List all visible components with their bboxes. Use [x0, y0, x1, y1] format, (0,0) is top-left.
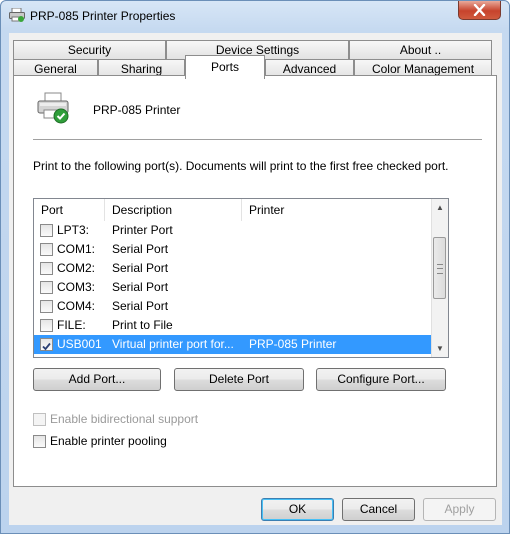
port-row[interactable]: LPT3: Printer Port — [34, 221, 431, 240]
port-row[interactable]: COM4: Serial Port — [34, 297, 431, 316]
column-header-description[interactable]: Description — [105, 199, 242, 221]
vertical-scrollbar[interactable]: ▲ ▼ — [431, 199, 448, 357]
scroll-up-arrow-icon[interactable]: ▲ — [432, 199, 448, 216]
port-checkbox[interactable] — [40, 243, 53, 256]
port-row-printer: PRP-085 Printer — [249, 337, 337, 351]
port-list[interactable]: Port Description Printer LPT3: Printer Po… — [33, 198, 449, 358]
printer-large-icon — [37, 92, 69, 124]
port-row-description: Printer Port — [112, 223, 173, 237]
apply-button[interactable]: Apply — [423, 498, 496, 521]
port-row-description: Virtual printer port for... — [112, 337, 234, 351]
tab-about[interactable]: About .. — [349, 40, 492, 59]
ports-tab-panel: PRP-085 Printer Print to the following p… — [13, 75, 497, 487]
port-row-port: COM3: — [57, 280, 96, 294]
delete-port-button[interactable]: Delete Port — [174, 368, 304, 391]
dialog-client-area: Security Device Settings About .. Genera… — [9, 33, 502, 525]
port-checkbox[interactable] — [40, 300, 53, 313]
port-row[interactable]: COM3: Serial Port — [34, 278, 431, 297]
close-icon — [473, 4, 486, 16]
port-checkbox[interactable] — [40, 319, 53, 332]
title-bar[interactable]: PRP-085 Printer Properties — [1, 1, 509, 33]
scroll-thumb[interactable] — [433, 237, 446, 299]
port-row-description: Serial Port — [112, 242, 169, 256]
port-row-description: Print to File — [112, 318, 173, 332]
port-row[interactable]: USB001 Virtual printer port for... PRP-085… — [34, 335, 431, 354]
configure-port-button[interactable]: Configure Port... — [316, 368, 446, 391]
port-row-port: COM1: — [57, 242, 96, 256]
printer-icon — [9, 8, 25, 22]
checkmark-icon — [42, 342, 51, 351]
bidirectional-label: Enable bidirectional support — [50, 412, 199, 426]
column-header-printer[interactable]: Printer — [242, 199, 431, 221]
grip-icon — [437, 264, 443, 274]
close-button[interactable] — [458, 1, 501, 20]
port-row-description: Serial Port — [112, 280, 169, 294]
window-title: PRP-085 Printer Properties — [30, 9, 176, 23]
port-checkbox[interactable] — [40, 224, 53, 237]
ok-button[interactable]: OK — [261, 498, 334, 521]
separator — [33, 139, 482, 140]
port-checkbox[interactable] — [40, 281, 53, 294]
printer-name-label: PRP-085 Printer — [93, 103, 181, 117]
port-checkbox[interactable] — [40, 338, 53, 351]
port-row[interactable]: COM2: Serial Port — [34, 259, 431, 278]
column-header-port[interactable]: Port — [34, 199, 105, 221]
cancel-button[interactable]: Cancel — [342, 498, 415, 521]
port-row-description: Serial Port — [112, 299, 169, 313]
port-row[interactable]: FILE: Print to File — [34, 316, 431, 335]
pooling-label: Enable printer pooling — [50, 434, 167, 448]
tab-security[interactable]: Security — [13, 40, 166, 59]
dialog-window: PRP-085 Printer Properties Security Devi… — [0, 0, 510, 534]
port-row[interactable]: COM1: Serial Port — [34, 240, 431, 259]
port-checkbox[interactable] — [40, 262, 53, 275]
port-row-port: LPT3: — [57, 223, 90, 237]
tab-ports[interactable]: Ports — [185, 55, 265, 79]
port-info-text: Print to the following port(s). Document… — [33, 159, 449, 173]
port-list-header: Port Description Printer — [34, 199, 431, 221]
port-row-port: COM2: — [57, 261, 96, 275]
pooling-checkbox[interactable] — [33, 435, 46, 448]
bidirectional-checkbox[interactable] — [33, 413, 46, 426]
scroll-down-arrow-icon[interactable]: ▼ — [432, 340, 448, 357]
port-row-port: FILE: — [57, 318, 86, 332]
port-row-port: USB001 — [57, 337, 102, 351]
port-row-description: Serial Port — [112, 261, 169, 275]
add-port-button[interactable]: Add Port... — [33, 368, 161, 391]
port-row-port: COM4: — [57, 299, 96, 313]
